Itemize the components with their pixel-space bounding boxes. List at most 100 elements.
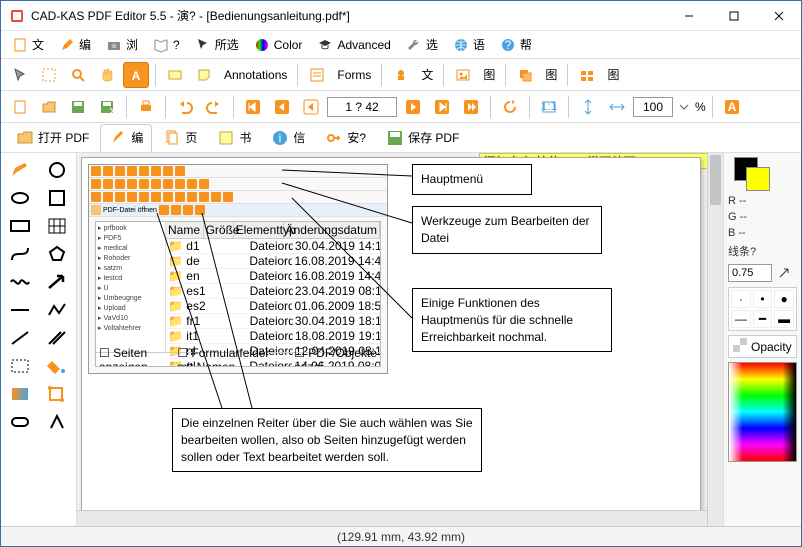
opacity-button[interactable]: Opacity — [728, 335, 797, 358]
vertical-scrollbar[interactable] — [707, 153, 723, 526]
square-tool[interactable] — [40, 185, 74, 211]
zoom-tool[interactable] — [65, 62, 91, 88]
circle-tool[interactable] — [40, 157, 74, 183]
tab-bookmarks[interactable]: 书 — [208, 124, 260, 152]
rect-tool[interactable] — [3, 213, 37, 239]
horizontal-scrollbar[interactable] — [77, 510, 707, 526]
chevron-tool[interactable] — [40, 409, 74, 435]
opacity-label: Opacity — [751, 340, 792, 354]
brush-tool[interactable] — [3, 157, 37, 183]
fit-width-button[interactable] — [604, 94, 630, 120]
crop-tool[interactable] — [40, 381, 74, 407]
forms-tool[interactable] — [304, 62, 330, 88]
pic-tool-1[interactable] — [450, 62, 476, 88]
annotation-tool-2[interactable] — [191, 62, 217, 88]
menu-advanced[interactable]: Advanced — [312, 34, 394, 56]
linewidth-picker-button[interactable] — [774, 263, 794, 283]
style-dot-s[interactable]: · — [731, 290, 751, 308]
next-page-button[interactable] — [429, 94, 455, 120]
pic-tool-3[interactable] — [574, 62, 600, 88]
actual-size-button[interactable]: 1:1 — [536, 94, 562, 120]
separator — [567, 64, 568, 86]
color-swatches[interactable] — [728, 157, 797, 191]
menu-edit[interactable]: 编 — [54, 34, 95, 56]
rotate-button[interactable] — [497, 94, 523, 120]
style-line-1[interactable]: ― — [731, 310, 751, 328]
gradient-tool[interactable] — [3, 381, 37, 407]
pic-menu-3[interactable]: 图 — [603, 64, 623, 85]
separator — [529, 96, 530, 118]
select-rect-tool[interactable] — [36, 62, 62, 88]
tab-open-pdf[interactable]: 打开 PDF — [7, 124, 98, 152]
wave-tool[interactable] — [3, 269, 37, 295]
tab-info[interactable]: i信 — [262, 124, 314, 152]
stamp-tool[interactable] — [388, 62, 414, 88]
text-tool[interactable]: A — [123, 62, 149, 88]
grid-tool[interactable] — [40, 213, 74, 239]
redo-button[interactable] — [201, 94, 227, 120]
polygon-tool[interactable] — [40, 241, 74, 267]
style-line-2[interactable]: ━ — [753, 310, 773, 328]
tab-edit[interactable]: 编 — [100, 124, 152, 152]
save-button[interactable] — [65, 94, 91, 120]
print-button[interactable] — [133, 94, 159, 120]
page-forward-button[interactable] — [400, 94, 426, 120]
rounded-rect-tool[interactable] — [3, 409, 37, 435]
ellipse-tool[interactable] — [3, 185, 37, 211]
tab-save-pdf[interactable]: 保存 PDF — [377, 124, 468, 152]
menu-lang[interactable]: 语 — [448, 34, 489, 56]
pic-tool-2[interactable] — [512, 62, 538, 88]
menu-options[interactable]: 选 — [401, 34, 442, 56]
line-tool[interactable] — [3, 325, 37, 351]
zoom-input[interactable] — [633, 97, 673, 117]
open-file-button[interactable] — [36, 94, 62, 120]
first-page-button[interactable] — [240, 94, 266, 120]
style-dot-l[interactable]: ● — [774, 290, 794, 308]
pic-menu-2[interactable]: 图 — [541, 64, 561, 85]
minimize-button[interactable] — [666, 1, 711, 31]
annotations-dropdown[interactable]: Annotations — [220, 66, 291, 84]
page-input[interactable] — [327, 97, 397, 117]
background-swatch[interactable] — [746, 167, 770, 191]
text-highlight-button[interactable]: A — [719, 94, 745, 120]
style-dot-m[interactable]: • — [753, 290, 773, 308]
parallel-lines-tool[interactable] — [40, 325, 74, 351]
text-menu[interactable]: 文 — [417, 64, 437, 85]
last-page-button[interactable] — [458, 94, 484, 120]
canvas[interactable]: 添加文本(按住 ALT 键不放可 PDF-Datei öffnen ▸ prfb… — [77, 153, 723, 526]
marquee-tool[interactable] — [3, 353, 37, 379]
tab-pages[interactable]: 页 — [154, 124, 206, 152]
hline-tool[interactable] — [3, 297, 37, 323]
pan-tool[interactable] — [94, 62, 120, 88]
fit-height-button[interactable] — [575, 94, 601, 120]
prev-page-button[interactable] — [269, 94, 295, 120]
menu-help-book[interactable]: ? — [148, 34, 184, 56]
separator — [712, 96, 713, 118]
linewidth-input[interactable] — [728, 264, 772, 282]
color-spectrum[interactable] — [728, 362, 797, 462]
annotation-tool-1[interactable] — [162, 62, 188, 88]
arrow-tool[interactable] — [40, 269, 74, 295]
save-as-button[interactable] — [94, 94, 120, 120]
tab-security[interactable]: 安? — [316, 124, 375, 152]
maximize-button[interactable] — [711, 1, 756, 31]
pdf-page[interactable]: PDF-Datei öffnen ▸ prfbook▸ PDF5▸ medica… — [81, 157, 701, 517]
undo-button[interactable] — [172, 94, 198, 120]
close-button[interactable] — [756, 1, 801, 31]
pic-menu-1[interactable]: 图 — [479, 64, 499, 85]
menu-select[interactable]: 所选 — [190, 34, 243, 56]
polyline-tool[interactable] — [40, 297, 74, 323]
zoom-dropdown-button[interactable] — [676, 94, 692, 120]
page-back-button[interactable] — [298, 94, 324, 120]
curve-tool[interactable] — [3, 241, 37, 267]
style-line-3[interactable]: ▬ — [774, 310, 794, 328]
menu-color[interactable]: Color — [249, 34, 307, 56]
menu-help2[interactable]: ?帮 — [495, 34, 536, 56]
menu-file[interactable]: 文 — [7, 34, 48, 56]
menu-tools[interactable]: 浏 — [101, 34, 142, 56]
pointer-tool[interactable] — [7, 62, 33, 88]
fill-tool[interactable] — [40, 353, 74, 379]
forms-dropdown[interactable]: Forms — [333, 66, 375, 84]
new-file-button[interactable] — [7, 94, 33, 120]
scrollbar-thumb[interactable] — [710, 155, 721, 205]
